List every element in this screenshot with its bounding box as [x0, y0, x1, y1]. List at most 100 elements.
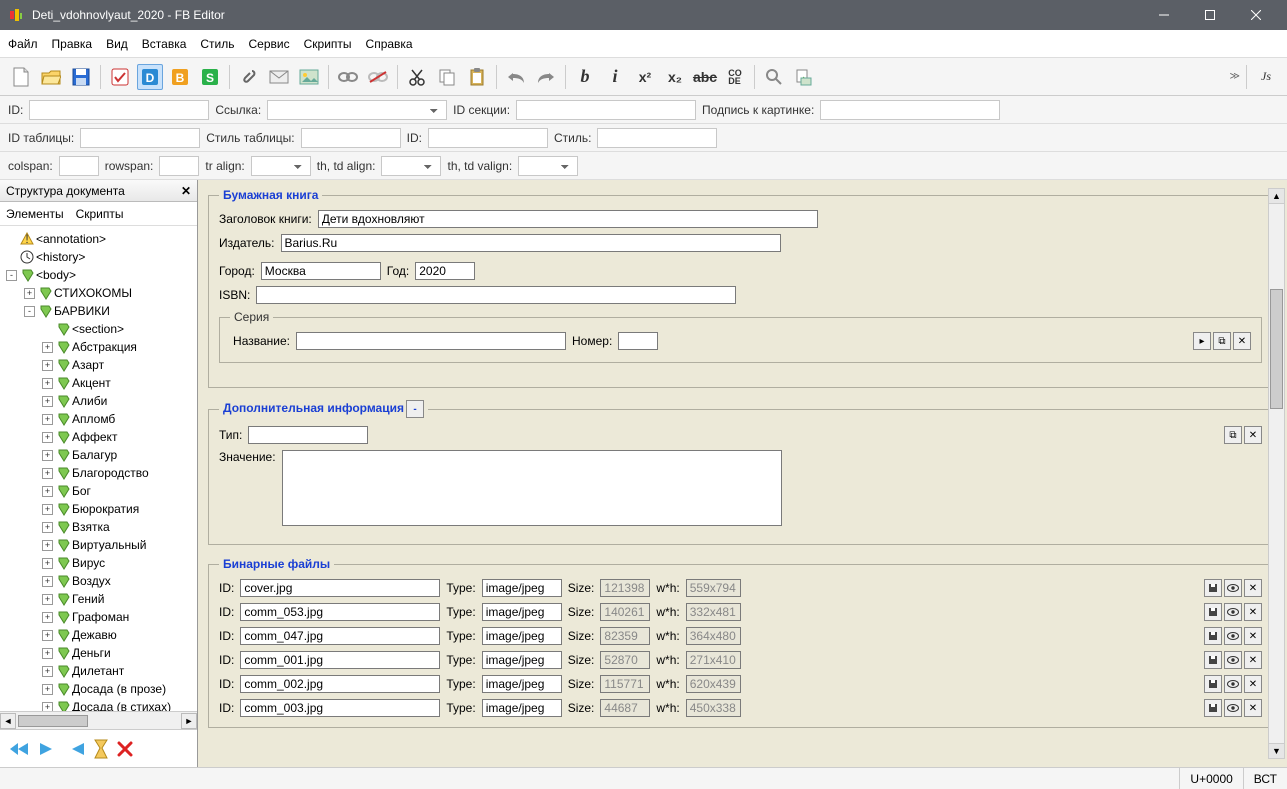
link-icon[interactable] [335, 64, 361, 90]
extra-remove-button[interactable]: ✕ [1244, 426, 1262, 444]
tree-item[interactable]: +Дежавю [0, 626, 197, 644]
tree-item[interactable]: +Дилетант [0, 662, 197, 680]
tree-item[interactable]: +Гений [0, 590, 197, 608]
mail-icon[interactable] [266, 64, 292, 90]
bin-remove-button[interactable]: ✕ [1244, 627, 1262, 645]
tree-item[interactable]: +Досада (в прозе) [0, 680, 197, 698]
bin-type-input[interactable] [482, 627, 562, 645]
extra-copy-button[interactable]: ⧉ [1224, 426, 1242, 444]
window-maximize-button[interactable] [1187, 0, 1233, 30]
panel-close-icon[interactable]: ✕ [181, 184, 191, 198]
thtd-align-select[interactable] [381, 156, 441, 176]
cut-icon[interactable] [404, 64, 430, 90]
thtd-valign-select[interactable] [518, 156, 578, 176]
series-name-input[interactable] [296, 332, 566, 350]
tree-item[interactable]: +Благородство [0, 464, 197, 482]
publisher-input[interactable] [281, 234, 781, 252]
tree-expander-icon[interactable]: + [42, 486, 53, 497]
tree-expander-icon[interactable]: + [42, 504, 53, 515]
extra-info-collapse-button[interactable]: - [406, 400, 424, 418]
tree-item[interactable]: +Деньги [0, 644, 197, 662]
unlink-icon[interactable] [365, 64, 391, 90]
code-icon[interactable]: CODE [722, 64, 748, 90]
paste-icon[interactable] [464, 64, 490, 90]
rowspan-input[interactable] [159, 156, 199, 176]
menu-edit[interactable]: Правка [52, 37, 93, 51]
tree-expander-icon[interactable]: + [42, 432, 53, 443]
tree-item[interactable]: +Взятка [0, 518, 197, 536]
validate-icon[interactable] [107, 64, 133, 90]
tree-expander-icon[interactable]: + [42, 396, 53, 407]
save-file-icon[interactable] [68, 64, 94, 90]
window-close-button[interactable] [1233, 0, 1279, 30]
document-tree[interactable]: !<annotation><history>-<body>+СТИХОКОМЫ-… [0, 226, 197, 711]
hourglass-icon[interactable] [94, 739, 108, 759]
table-id-input[interactable] [80, 128, 200, 148]
tree-item[interactable]: +Воздух [0, 572, 197, 590]
tree-expander-icon[interactable]: + [42, 522, 53, 533]
italic-icon[interactable]: i [602, 64, 628, 90]
year-input[interactable] [415, 262, 475, 280]
tree-expander-icon[interactable]: - [24, 306, 35, 317]
delete-icon[interactable] [116, 740, 134, 758]
tree-expander-icon[interactable]: + [42, 414, 53, 425]
tree-item[interactable]: -<body> [0, 266, 197, 284]
tree-item[interactable]: +Аффект [0, 428, 197, 446]
bin-save-button[interactable] [1204, 627, 1222, 645]
table-style-input[interactable] [301, 128, 401, 148]
tree-item[interactable]: +СТИХОКОМЫ [0, 284, 197, 302]
tree-expander-icon[interactable]: - [6, 270, 17, 281]
bin-remove-button[interactable]: ✕ [1244, 651, 1262, 669]
tree-item[interactable]: +Акцент [0, 374, 197, 392]
tree-expander-icon[interactable]: + [42, 684, 53, 695]
subscript-icon[interactable]: x₂ [662, 64, 688, 90]
bin-id-input[interactable] [240, 651, 440, 669]
menu-insert[interactable]: Вставка [142, 37, 187, 51]
bin-id-input[interactable] [240, 699, 440, 717]
bin-id-input[interactable] [240, 627, 440, 645]
tree-expander-icon[interactable]: + [42, 648, 53, 659]
bin-view-button[interactable] [1224, 579, 1242, 597]
panel-hscrollbar[interactable]: ◄► [0, 711, 197, 729]
bin-view-button[interactable] [1224, 675, 1242, 693]
tree-item[interactable]: -БАРВИКИ [0, 302, 197, 320]
bin-type-input[interactable] [482, 603, 562, 621]
menu-style[interactable]: Стиль [200, 37, 234, 51]
bin-type-input[interactable] [482, 579, 562, 597]
tree-expander-icon[interactable]: + [24, 288, 35, 299]
section-id-input[interactable] [516, 100, 696, 120]
tree-item[interactable]: +Досада (в стихах) [0, 698, 197, 711]
bold-icon[interactable]: b [572, 64, 598, 90]
bin-view-button[interactable] [1224, 627, 1242, 645]
open-file-icon[interactable] [38, 64, 64, 90]
undo-icon[interactable] [503, 64, 529, 90]
img-title-input[interactable] [820, 100, 1000, 120]
new-file-icon[interactable] [8, 64, 34, 90]
tree-item[interactable]: !<annotation> [0, 230, 197, 248]
bin-save-button[interactable] [1204, 579, 1222, 597]
bin-id-input[interactable] [240, 579, 440, 597]
href-select[interactable] [267, 100, 447, 120]
series-number-input[interactable] [618, 332, 658, 350]
copy-icon[interactable] [434, 64, 460, 90]
replace-icon[interactable] [791, 64, 817, 90]
bin-remove-button[interactable]: ✕ [1244, 603, 1262, 621]
style-input[interactable] [597, 128, 717, 148]
toolbar-overflow-icon[interactable]: ≫ [1230, 71, 1240, 82]
bin-type-input[interactable] [482, 651, 562, 669]
bin-view-button[interactable] [1224, 603, 1242, 621]
tree-expander-icon[interactable]: + [42, 450, 53, 461]
menu-file[interactable]: Файл [8, 37, 38, 51]
panel-tab-elements[interactable]: Элементы [6, 207, 64, 221]
source-mode-icon[interactable]: S [197, 64, 223, 90]
extra-value-textarea[interactable] [282, 450, 782, 526]
tree-item[interactable]: +Азарт [0, 356, 197, 374]
tree-item[interactable]: <section> [0, 320, 197, 338]
attach-icon[interactable] [236, 64, 262, 90]
strikethrough-icon[interactable]: abc [692, 64, 718, 90]
book-title-input[interactable] [318, 210, 818, 228]
tree-expander-icon[interactable]: + [42, 360, 53, 371]
series-copy-button[interactable]: ⧉ [1213, 332, 1231, 350]
tree-expander-icon[interactable]: + [42, 540, 53, 551]
tree-item[interactable]: +Виртуальный [0, 536, 197, 554]
